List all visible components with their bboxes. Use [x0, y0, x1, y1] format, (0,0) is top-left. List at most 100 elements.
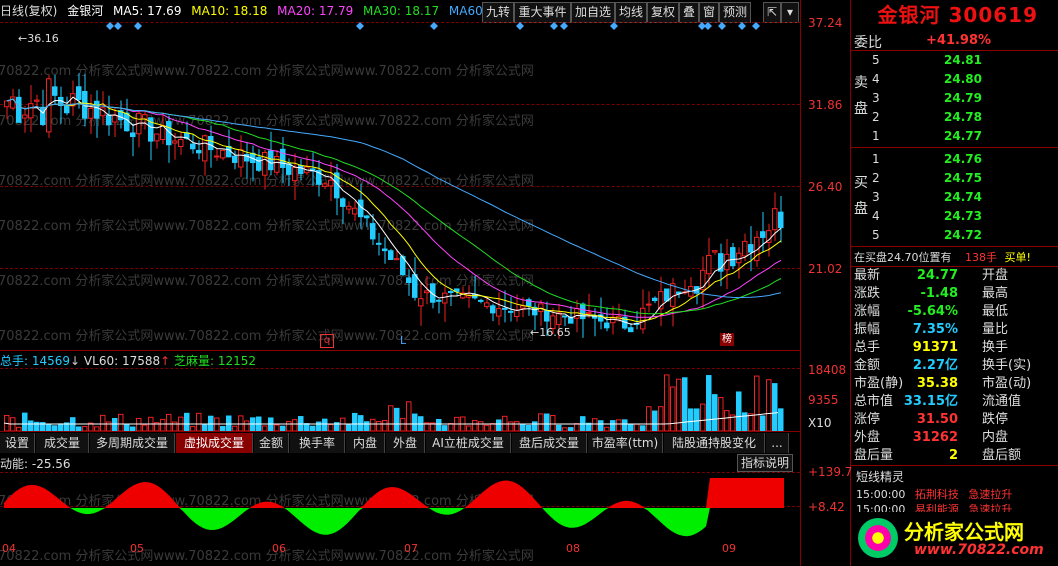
volume-bar	[160, 418, 166, 431]
volume-bar	[760, 415, 766, 431]
candle-body	[4, 100, 10, 108]
volume-axis-label: 18408	[808, 363, 847, 377]
tab-5[interactable]: 换手率	[290, 433, 345, 453]
event-diamond[interactable]	[356, 22, 364, 30]
event-diamond[interactable]	[610, 22, 618, 30]
volume-bar	[514, 421, 520, 431]
event-diamond[interactable]	[114, 22, 122, 30]
stat-value: 7.35%	[912, 322, 958, 337]
tab-1[interactable]: 成交量	[36, 433, 89, 453]
buy-level-row[interactable]: 1 24.76	[872, 150, 982, 169]
buy-level-row[interactable]: 2 24.75	[872, 169, 982, 188]
buy-level-row[interactable]: 4 24.73	[872, 207, 982, 226]
event-diamond[interactable]	[752, 22, 760, 30]
sprite-row[interactable]: 15:00:00 拓荆科技 急速拉升	[856, 486, 1012, 502]
ob-price: 24.76	[944, 152, 982, 166]
sell-level-row[interactable]: 2 24.78	[872, 108, 982, 127]
volume-bar	[340, 417, 346, 431]
volume-bar	[22, 412, 28, 431]
tab-7[interactable]: 外盘	[386, 433, 425, 453]
sell-level-row[interactable]: 5 24.81	[872, 51, 982, 70]
candle-body	[76, 86, 82, 100]
toolbar-overlay-button[interactable]: 叠	[679, 2, 699, 23]
volume-bar	[598, 420, 604, 431]
toolbar-adjust-button[interactable]: 复权	[647, 2, 679, 23]
volume-bar	[370, 418, 376, 431]
window-close-icon[interactable]: ▾	[781, 2, 799, 23]
buy-level-row[interactable]: 5 24.72	[872, 226, 982, 245]
tab-9[interactable]: 盘后成交量	[512, 433, 587, 453]
stat-key-2: 换手	[982, 340, 1009, 355]
sell-level-row[interactable]: 4 24.80	[872, 70, 982, 89]
volume-bar	[544, 413, 550, 431]
candle-body	[298, 165, 304, 175]
volume-bar	[670, 386, 676, 431]
tab-4[interactable]: 金额	[254, 433, 289, 453]
volume-bar	[232, 425, 238, 431]
volume-bar	[52, 425, 58, 431]
event-diamond[interactable]	[106, 22, 114, 30]
event-marker-l[interactable]: L	[400, 334, 406, 347]
period-label[interactable]: 日线(复权)	[0, 4, 57, 18]
stat-key: 涨停	[854, 412, 881, 427]
tab-10[interactable]: 市盈率(ttm)	[588, 433, 663, 453]
ob-level: 5	[872, 53, 880, 67]
buy-level-row[interactable]: 3 24.74	[872, 188, 982, 207]
event-diamond[interactable]	[550, 22, 558, 30]
candlestick-chart[interactable]	[0, 22, 800, 350]
event-diamond[interactable]	[134, 22, 142, 30]
sell-level-row[interactable]: 3 24.79	[872, 89, 982, 108]
volume-chart[interactable]	[0, 368, 800, 431]
volume-bar	[526, 424, 532, 431]
volume-bar	[694, 408, 700, 431]
divider	[851, 246, 1058, 247]
candle-body	[232, 155, 238, 163]
tab-3[interactable]: 虚拟成交量	[176, 433, 253, 453]
event-diamond[interactable]	[718, 22, 726, 30]
tab-0[interactable]: 设置	[0, 433, 35, 453]
volume-bar	[538, 413, 544, 431]
sprite-title[interactable]: 短线精灵	[856, 468, 904, 485]
divider	[851, 465, 1058, 466]
pin-icon[interactable]: ⇱	[763, 2, 781, 23]
stat-row: 总市值 33.15亿 流通值	[854, 393, 1054, 411]
toolbar-events-button[interactable]: 重大事件	[514, 2, 571, 23]
event-diamond[interactable]	[738, 22, 746, 30]
ma30-label: MA30: 18.17	[363, 4, 440, 18]
toolbar-add-fav-button[interactable]: 加自选	[571, 2, 615, 23]
event-diamond[interactable]	[516, 22, 524, 30]
event-diamond[interactable]	[704, 22, 712, 30]
stat-key: 市盈(静)	[854, 376, 904, 391]
tab-12[interactable]: ...	[766, 433, 789, 453]
price-axis-label: 26.40	[808, 180, 843, 194]
ma5-label: MA5: 17.69	[113, 4, 182, 18]
toolbar-ma-button[interactable]: 均线	[615, 2, 647, 23]
event-diamond[interactable]	[560, 22, 568, 30]
tab-6[interactable]: 内盘	[346, 433, 385, 453]
volume-bar	[274, 424, 280, 431]
logo-flower-icon	[858, 518, 898, 558]
stat-value: 91371	[912, 340, 958, 355]
candle-body	[346, 205, 352, 210]
stat-key-2: 流通值	[982, 394, 1022, 409]
volume-bar	[202, 423, 208, 431]
toolbar-forecast-button[interactable]: 预测	[719, 2, 751, 23]
event-marker-bang[interactable]: 榜	[720, 333, 734, 346]
tab-11[interactable]: 陆股通持股变化	[664, 433, 765, 453]
ob-price: 24.72	[944, 228, 982, 242]
event-diamond[interactable]	[430, 22, 438, 30]
tab-2[interactable]: 多周期成交量	[90, 433, 175, 453]
event-marker-q[interactable]: q	[320, 334, 334, 348]
orderbook-note: 在买盘24.70位置有 138手 买单!	[854, 249, 1031, 265]
volume-bar	[142, 424, 148, 431]
toolbar-jiuzhuan-button[interactable]: 九转	[482, 2, 514, 23]
momentum-indicator-chart[interactable]	[0, 470, 800, 540]
orderbook-note-tag: 买单!	[1004, 251, 1031, 264]
ticker-title: 金银河 300619	[848, 0, 1058, 30]
ticker-code: 300619	[948, 3, 1038, 27]
volume-bar	[238, 415, 244, 431]
stat-key-2: 内盘	[982, 430, 1009, 445]
toolbar-window-button[interactable]: 窗	[699, 2, 719, 23]
tab-8[interactable]: AI立桩成交量	[426, 433, 511, 453]
sell-level-row[interactable]: 1 24.77	[872, 127, 982, 146]
